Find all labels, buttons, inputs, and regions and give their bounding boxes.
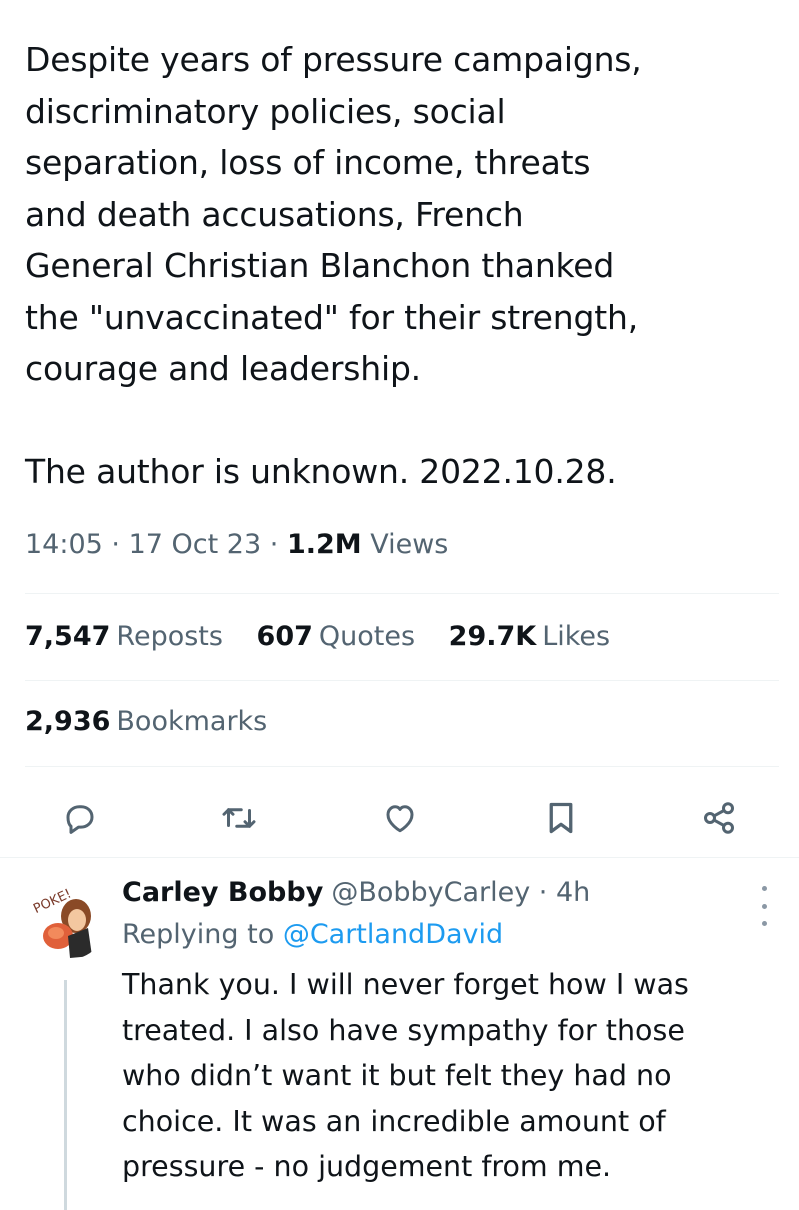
tweet-body: Despite years of pressure campaigns, dis… (25, 40, 642, 388)
quotes-stat[interactable]: 607 Quotes (257, 621, 416, 652)
divider (25, 593, 779, 594)
more-dot-icon (761, 921, 767, 926)
repost-button[interactable] (211, 790, 267, 846)
tweet-meta: 14:05 · 17 Oct 23 · 1.2M Views (25, 529, 449, 560)
replying-to-mention[interactable]: @CartlandDavid (283, 919, 503, 950)
bookmark-button[interactable] (533, 790, 589, 846)
tweet-body-footer: The author is unknown. 2022.10.28. (25, 451, 617, 491)
repost-icon (222, 808, 256, 828)
divider (25, 766, 779, 767)
reply-text: Thank you. I will never forget how I was… (122, 968, 689, 1183)
divider (0, 857, 799, 858)
tweet-time[interactable]: 14:05 (25, 529, 103, 560)
thread-line (64, 980, 67, 1210)
views-label: Views (370, 529, 449, 560)
avatar[interactable]: POKE! (26, 878, 108, 960)
bookmark-icon (549, 802, 573, 834)
more-options-button[interactable] (757, 886, 771, 926)
divider (25, 680, 779, 681)
action-bar (0, 790, 799, 846)
more-dot-icon (761, 903, 767, 909)
tweet-text: Despite years of pressure campaigns, dis… (25, 34, 785, 497)
replying-to: Replying to @CartlandDavid (122, 919, 504, 950)
bookmarks-stat[interactable]: 2,936 Bookmarks (25, 706, 267, 737)
share-icon (704, 802, 734, 834)
avatar-image: POKE! (26, 878, 108, 960)
engagement-stats: 7,547 Reposts 607 Quotes 29.7K Likes (25, 621, 635, 652)
reply-header: Carley Bobby @BobbyCarley · 4h (122, 877, 591, 908)
tweet-date[interactable]: 17 Oct 23 (129, 529, 262, 560)
like-icon (386, 805, 414, 833)
reply-body: Carley Bobby @BobbyCarley · 4h Replying t… (122, 874, 762, 1190)
reply-tweet[interactable]: POKE! Carley Bobby @BobbyCarley · 4h Repl… (0, 860, 799, 1210)
reply-button[interactable] (52, 790, 108, 846)
more-dot-icon (761, 886, 767, 891)
reply-age[interactable]: 4h (556, 877, 590, 908)
reply-icon (66, 805, 94, 834)
author-handle[interactable]: @BobbyCarley (331, 877, 530, 908)
likes-stat[interactable]: 29.7K Likes (449, 621, 610, 652)
like-button[interactable] (372, 790, 428, 846)
author-name[interactable]: Carley Bobby (122, 877, 323, 908)
reposts-stat[interactable]: 7,547 Reposts (25, 621, 223, 652)
views-count: 1.2M (286, 529, 362, 560)
share-button[interactable] (691, 790, 747, 846)
